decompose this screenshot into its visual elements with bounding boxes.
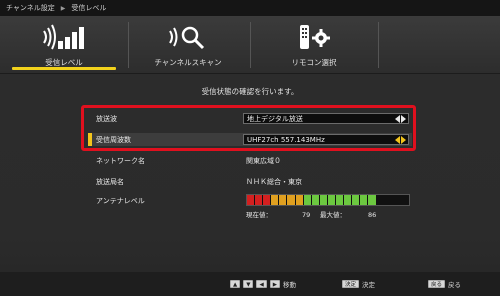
tab-remote-select[interactable]: リモコン選択 xyxy=(252,16,376,74)
max-value: 86 xyxy=(368,211,377,219)
network-value: 関東広域０ xyxy=(246,157,281,165)
active-tab-underline xyxy=(12,67,116,70)
signal-bars-icon xyxy=(40,20,88,54)
meter-segment xyxy=(319,195,328,205)
breadcrumb-separator-icon: ▶ xyxy=(60,4,66,12)
meter-segment xyxy=(392,195,401,205)
breadcrumb: チャンネル設定 ▶ 受信レベル xyxy=(0,0,500,16)
breadcrumb-parent[interactable]: チャンネル設定 xyxy=(6,3,55,13)
meter-segment xyxy=(376,195,385,205)
back-label: 戻る xyxy=(448,281,462,289)
tab-divider xyxy=(378,22,379,68)
antenna-label: アンテナレベル xyxy=(96,197,145,205)
meter-segment xyxy=(263,195,272,205)
move-label: 移動 xyxy=(282,281,296,289)
tab-divider xyxy=(128,22,129,68)
meter-segment xyxy=(368,195,377,205)
meter-segment xyxy=(303,195,312,205)
current-value: 79 xyxy=(302,211,311,219)
footer-move: ▲ ▼ ◀ ▶ 移動 xyxy=(230,279,296,289)
tab-reception-level[interactable]: 受信レベル xyxy=(6,16,122,74)
meter-segment xyxy=(279,195,288,205)
breadcrumb-current: 受信レベル xyxy=(71,4,107,12)
arrow-right-icon: ▶ xyxy=(269,280,280,288)
meter-segment xyxy=(327,195,337,205)
network-label: ネットワーク名 xyxy=(96,157,145,165)
ok-key: 決定 xyxy=(342,280,360,288)
meter-segment xyxy=(344,195,353,205)
max-label: 最大値： xyxy=(320,211,346,219)
station-label: 放送局名 xyxy=(96,178,124,186)
meter-segment xyxy=(271,195,280,205)
current-label: 現在値： xyxy=(246,211,272,219)
station-value: ＮＨＫ総合・東京 xyxy=(246,178,302,186)
search-icon xyxy=(166,20,210,54)
network-row: ネットワーク名 関東広域０ xyxy=(96,154,414,168)
remote-gear-icon xyxy=(294,20,334,54)
arrow-up-icon: ▲ xyxy=(230,280,241,288)
station-row: 放送局名 ＮＨＫ総合・東京 xyxy=(96,175,414,189)
meter-segment xyxy=(255,195,264,205)
meter-segment xyxy=(400,195,409,205)
tab-bar: 受信レベル チャンネルスキャン リモコン選択 xyxy=(0,16,500,74)
meter-segment xyxy=(311,195,320,205)
meter-segment xyxy=(247,195,256,205)
back-key: 戻る xyxy=(428,280,446,288)
antenna-current: 現在値： 79 xyxy=(246,209,310,219)
tab-divider xyxy=(250,22,251,68)
tv-settings-screen: チャンネル設定 ▶ 受信レベル 受信レベル チャンネルスキャン リモコン選択 受… xyxy=(0,0,500,296)
footer-ok[interactable]: 決定 決定 xyxy=(342,279,375,289)
meter-segment xyxy=(384,195,393,205)
arrow-down-icon: ▼ xyxy=(243,280,254,288)
highlight-box xyxy=(81,105,416,151)
meter-segment xyxy=(336,195,345,205)
tab-channel-scan[interactable]: チャンネルスキャン xyxy=(130,16,246,74)
antenna-level-meter xyxy=(246,194,410,206)
tab-label: チャンネルスキャン xyxy=(154,58,222,67)
page-description: 受信状態の確認を行います。 xyxy=(201,87,299,96)
ok-label: 決定 xyxy=(362,281,376,289)
footer-back[interactable]: 戻る 戻る xyxy=(428,279,461,289)
tab-label: リモコン選択 xyxy=(291,58,337,67)
arrow-left-icon: ◀ xyxy=(256,280,267,288)
meter-segment xyxy=(295,195,304,205)
meter-segment xyxy=(360,195,369,205)
footer-bar: ▲ ▼ ◀ ▶ 移動 決定 決定 戻る 戻る xyxy=(0,272,500,296)
antenna-max: 最大値： 86 xyxy=(320,209,376,219)
meter-segment xyxy=(287,195,296,205)
meter-segment xyxy=(352,195,361,205)
